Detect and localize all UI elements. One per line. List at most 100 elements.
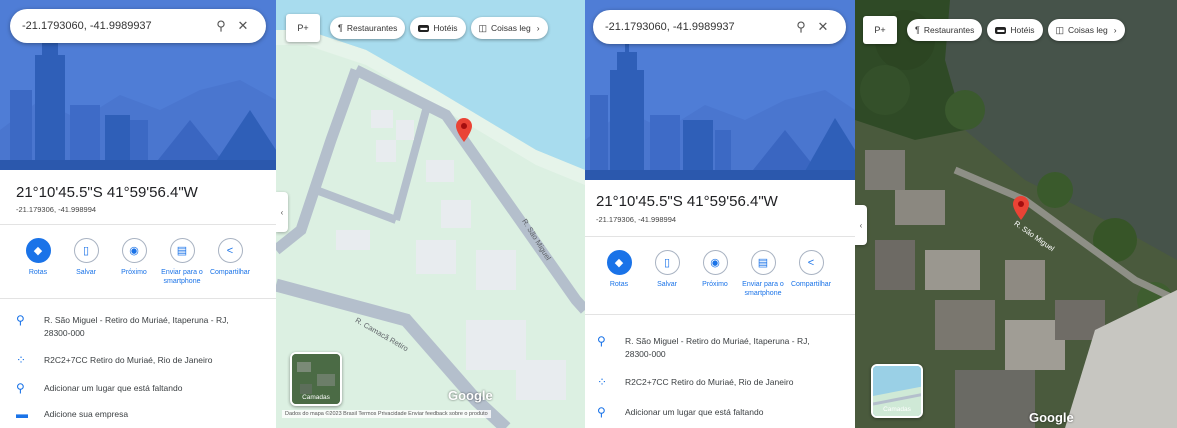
search-box[interactable]: -21.1793060, -41.9989937 ⚲ ✕ [593,10,846,44]
address-text: R. São Miguel - Retiro do Muriaé, Itaper… [44,315,229,338]
map-chips: P+ ¶ Restaurantes ▬ Hotéis ◫ Coisas leg › [863,16,1130,44]
camera-icon: ◫ [1055,24,1065,35]
add-location-icon: ⚲ [597,405,606,419]
camera-icon: ◫ [478,22,488,33]
address-row[interactable]: ⚲ R. São Miguel - Retiro do Muriaé, Itap… [597,335,847,361]
action-label: Salvar [76,269,96,276]
search-icon[interactable]: ⚲ [210,18,232,34]
directions-icon: ◆ [606,250,632,275]
nearby-icon: ◉ [121,238,147,263]
nearby-button[interactable]: ◉ Próximo [110,238,158,286]
search-icon[interactable]: ⚲ [790,19,812,35]
collapse-panel-button[interactable]: ‹ [855,205,867,245]
satellite-map-view[interactable]: P+ ¶ Restaurantes ▬ Hotéis ◫ Coisas leg › R.… [855,0,1177,428]
pegman-button[interactable]: P+ [286,14,320,42]
google-logo: Google [448,388,493,403]
chip-label: Coisas leg [491,23,531,33]
chip-label: Hotéis [1010,25,1035,35]
send-to-phone-button[interactable]: ▤ Enviar para o smartphone [158,238,206,286]
map-footer: Dados do mapa ©2023 Brasil Termos Privac… [282,410,491,418]
fork-knife-icon: ¶ [338,23,343,33]
action-bar: ◆ Rotas ▯ Salvar ◉ Próximo ▤ Enviar para o s… [14,238,254,286]
location-pin-icon: ⚲ [597,334,606,348]
collapse-panel-button[interactable]: ‹ [276,192,288,232]
road-map-view[interactable]: P+ ¶ Restaurantes ▬ Hotéis ◫ Coisas leg › R.… [276,0,585,428]
action-label: Compartilhar [790,281,832,288]
layers-button[interactable]: Camadas [290,352,342,406]
layers-button[interactable]: Camadas [871,364,923,418]
location-pin-icon: ⚲ [16,313,25,327]
add-business-row[interactable]: ▬ Adicione sua empresa [16,408,266,421]
share-button[interactable]: < Compartilhar [787,250,835,298]
chip-label: Coisas leg [1068,25,1108,35]
directions-button[interactable]: ◆ Rotas [595,250,643,298]
chip-label: Restaurantes [346,23,398,33]
chip-restaurants[interactable]: ¶ Restaurantes [907,19,983,41]
place-subtitle: -21.179306, -41.998994 [16,205,97,214]
chip-things[interactable]: ◫ Coisas leg › [1047,19,1125,41]
share-button[interactable]: < Compartilhar [206,238,254,286]
chip-things[interactable]: ◫ Coisas leg › [470,17,548,39]
chip-label: Restaurantes [923,25,975,35]
add-place-row[interactable]: ⚲ Adicionar um lugar que está faltando [16,382,266,395]
share-icon: < [217,238,243,263]
chip-restaurants[interactable]: ¶ Restaurantes [330,17,406,39]
bed-icon: ▬ [418,24,430,32]
search-input[interactable]: -21.1793060, -41.9989937 [605,21,790,33]
place-subtitle: -21.179306, -41.998994 [596,215,677,224]
map-chips: P+ ¶ Restaurantes ▬ Hotéis ◫ Coisas leg › [286,14,553,42]
chip-hotels[interactable]: ▬ Hotéis [410,17,466,39]
pluscode-row[interactable]: ⁘ R2C2+7CC Retiro do Muriaé, Rio de Jane… [597,376,847,389]
hero-illustration: -21.1793060, -41.9989937 ⚲ ✕ [585,0,855,180]
pegman-button[interactable]: P+ [863,16,897,44]
share-icon: < [798,250,824,275]
search-box[interactable]: -21.1793060, -41.9989937 ⚲ ✕ [10,9,266,43]
chevron-right-icon[interactable]: › [1114,25,1117,35]
send-to-phone-button[interactable]: ▤ Enviar para o smartphone [739,250,787,298]
add-business-text: Adicione sua empresa [44,409,129,419]
location-pin-marker[interactable] [456,118,472,147]
search-input[interactable]: -21.1793060, -41.9989937 [22,20,210,32]
pegman-label: P+ [297,23,309,33]
close-icon[interactable]: ✕ [232,18,254,34]
pluscode-text: R2C2+7CC Retiro do Muriaé, Rio de Janeir… [625,377,794,387]
divider [0,298,276,299]
place-title: 21°10'45.5"S 41°59'56.4"W [596,193,778,210]
chip-label: Hotéis [433,23,458,33]
save-button[interactable]: ▯ Salvar [62,238,110,286]
directions-icon: ◆ [25,238,51,263]
pegman-label: P+ [874,25,886,35]
save-button[interactable]: ▯ Salvar [643,250,691,298]
layers-label: Camadas [302,394,330,401]
divider [0,224,276,225]
bookmark-icon: ▯ [73,238,99,263]
divider [585,314,855,315]
directions-button[interactable]: ◆ Rotas [14,238,62,286]
action-label: Rotas [609,281,629,288]
action-label: Próximo [121,269,147,276]
google-logo: Google [1029,410,1074,425]
nearby-button[interactable]: ◉ Próximo [691,250,739,298]
add-place-text: Adicionar um lugar que está faltando [625,407,764,417]
bed-icon: ▬ [995,26,1007,34]
chevron-right-icon[interactable]: › [537,23,540,33]
action-label: Próximo [702,281,728,288]
place-title: 21°10'45.5"S 41°59'56.4"W [16,184,198,201]
pluscode-text: R2C2+7CC Retiro do Muriaé, Rio de Janeir… [44,355,213,365]
close-icon[interactable]: ✕ [812,19,834,35]
fork-knife-icon: ¶ [915,25,920,35]
chip-hotels[interactable]: ▬ Hotéis [987,19,1043,41]
address-row[interactable]: ⚲ R. São Miguel - Retiro do Muriaé, Itap… [16,314,266,340]
add-place-row[interactable]: ⚲ Adicionar um lugar que está faltando [597,406,847,419]
action-label: Salvar [657,281,677,288]
action-label: Compartilhar [209,269,251,276]
pluscode-row[interactable]: ⁘ R2C2+7CC Retiro do Muriaé, Rio de Jane… [16,354,266,367]
send-to-phone-icon: ▤ [169,238,195,263]
side-panel-left: -21.1793060, -41.9989937 ⚲ ✕ 21°10'45.5"… [0,0,276,428]
address-text: R. São Miguel - Retiro do Muriaé, Itaper… [625,336,810,359]
nearby-icon: ◉ [702,250,728,275]
send-to-phone-icon: ▤ [750,250,776,275]
pluscode-icon: ⁘ [597,375,608,389]
side-panel-right: -21.1793060, -41.9989937 ⚲ ✕ 21°10'45.5"… [585,0,855,428]
hero-illustration: -21.1793060, -41.9989937 ⚲ ✕ [0,0,276,170]
